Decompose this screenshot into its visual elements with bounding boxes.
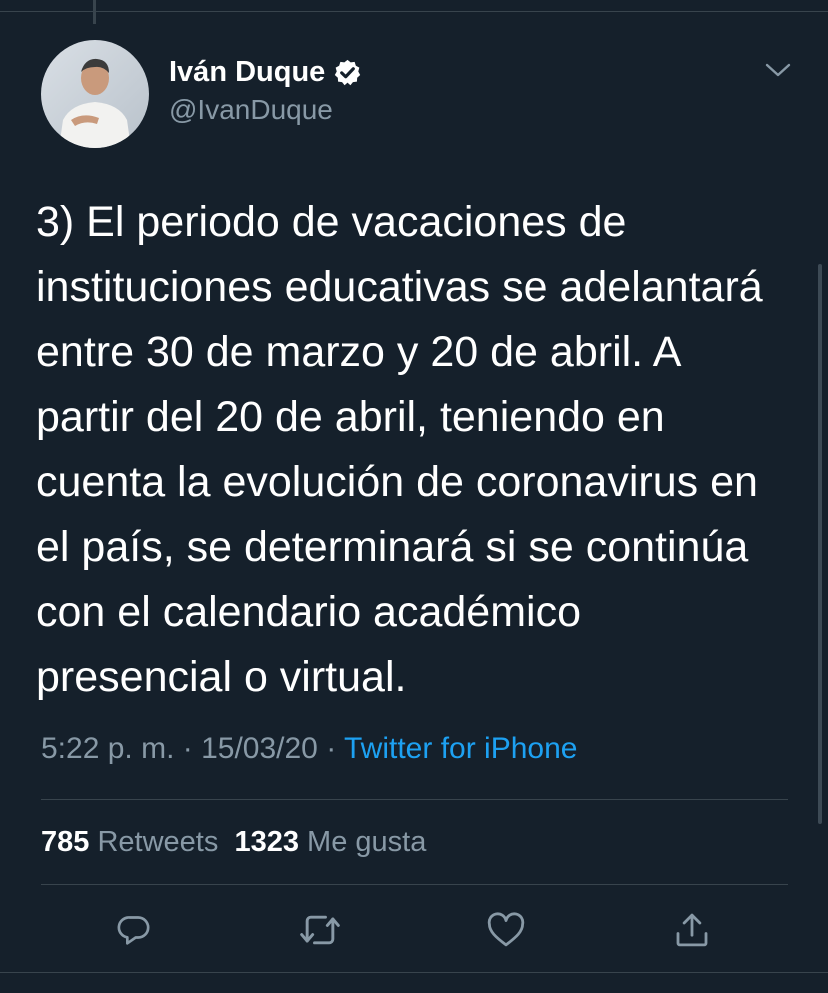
share-button[interactable] xyxy=(670,908,714,952)
avatar[interactable] xyxy=(41,40,149,148)
retweets-label: Retweets xyxy=(97,826,219,858)
tweet-text: 3) El periodo de vacaciones de instituci… xyxy=(36,198,763,701)
retweet-button[interactable] xyxy=(298,908,342,952)
like-button[interactable] xyxy=(484,908,528,952)
author-name[interactable]: Iván Duque xyxy=(169,56,325,89)
heart-icon xyxy=(487,912,525,947)
author-handle[interactable]: @IvanDuque xyxy=(169,94,333,126)
tweet-date[interactable]: 15/03/20 xyxy=(201,732,318,765)
meta-divider xyxy=(41,799,788,800)
retweets-stat[interactable]: 785 Retweets xyxy=(41,826,218,858)
top-divider xyxy=(0,11,828,12)
share-icon xyxy=(676,913,708,947)
tweet-detail: Iván Duque @IvanDuque 3) El periodo de v… xyxy=(0,0,828,993)
stats-divider xyxy=(41,884,788,885)
verified-badge-icon xyxy=(333,58,362,87)
thread-connector-line xyxy=(93,0,96,24)
meta-separator: · xyxy=(326,732,337,765)
likes-label: Me gusta xyxy=(307,826,427,858)
reply-icon xyxy=(117,916,150,945)
likes-stat[interactable]: 1323 Me gusta xyxy=(234,826,426,858)
reply-button[interactable] xyxy=(112,908,156,952)
scrollbar[interactable] xyxy=(818,264,822,824)
chevron-down-icon[interactable] xyxy=(764,60,792,82)
tweet-source-link[interactable]: Twitter for iPhone xyxy=(344,732,577,765)
retweets-count: 785 xyxy=(41,826,90,858)
meta-separator: · xyxy=(182,732,193,765)
likes-count: 1323 xyxy=(234,826,299,858)
tweet-meta: 5:22 p. m. · 15/03/20 · Twitter for iPho… xyxy=(41,732,577,766)
tweet-time[interactable]: 5:22 p. m. xyxy=(41,732,174,765)
bottom-divider xyxy=(0,972,828,973)
retweet-icon xyxy=(300,915,340,945)
author-name-row[interactable]: Iván Duque xyxy=(169,53,362,91)
tweet-stats: 785 Retweets 1323 Me gusta xyxy=(41,826,426,859)
